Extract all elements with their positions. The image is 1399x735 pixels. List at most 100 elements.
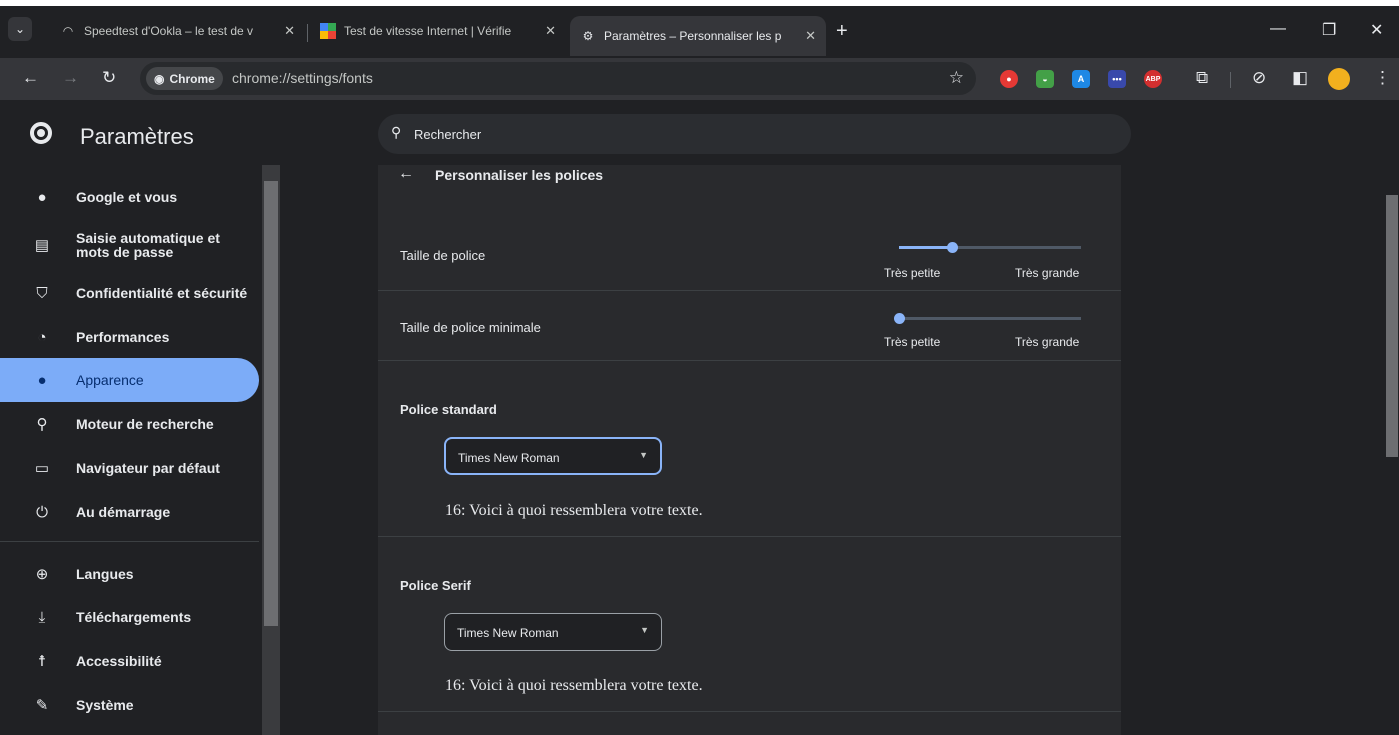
settings-search[interactable]: ⚲ Rechercher	[378, 114, 1131, 154]
row-divider	[378, 360, 1121, 361]
sidebar-item-google[interactable]: ● Google et vous	[0, 175, 259, 219]
select-value: Times New Roman	[458, 451, 560, 465]
close-icon[interactable]: ✕	[805, 28, 816, 44]
side-panel-icon[interactable]: ◧	[1292, 68, 1308, 88]
fonts-card: ← Personnaliser les polices Taille de po…	[378, 165, 1121, 735]
accessibility-icon: ☨	[37, 653, 47, 670]
sidebar-item-downloads[interactable]: ⤓ Téléchargements	[0, 595, 259, 639]
back-arrow-icon[interactable]: ←	[398, 165, 414, 183]
tab-search-button[interactable]: ⌄	[8, 17, 32, 41]
tab-title: Speedtest d'Ookla – le test de v	[84, 24, 254, 38]
back-arrow-icon[interactable]: ←	[22, 68, 39, 88]
search-input[interactable]: Rechercher	[414, 127, 481, 142]
sidebar-item-accessibility[interactable]: ☨ Accessibilité	[0, 639, 259, 683]
min-font-size-label: Taille de police minimale	[400, 320, 541, 335]
tab-title: Test de vitesse Internet | Vérifie	[344, 24, 512, 38]
slider-max-label: Très grande	[1015, 335, 1080, 349]
performance-icon[interactable]: ⊘	[1252, 68, 1266, 88]
row-divider	[378, 711, 1121, 712]
scrollbar-thumb[interactable]	[264, 181, 278, 626]
puzzle-icon[interactable]: ⧉	[1196, 68, 1208, 88]
font-size-slider[interactable]	[899, 242, 1081, 253]
sidebar-item-label: Navigateur par défaut	[76, 460, 220, 476]
sidebar-item-label: Accessibilité	[76, 653, 162, 669]
search-icon: ⚲	[391, 124, 402, 140]
sidebar-item-label: Google et vous	[76, 189, 178, 205]
shield-icon: ⛉	[36, 284, 48, 302]
main-scrollbar[interactable]	[1385, 165, 1399, 735]
forward-arrow-icon[interactable]: →	[62, 68, 79, 88]
menu-icon[interactable]: ⋮	[1374, 68, 1391, 88]
min-font-size-slider[interactable]	[894, 313, 1081, 324]
row-divider	[378, 536, 1121, 537]
sidebar: ● Google et vous ▤ Saisie automatique et…	[0, 165, 262, 735]
gear-icon: ⚙	[582, 29, 594, 43]
font-size-label: Taille de police	[400, 248, 486, 263]
sidebar-item-startup[interactable]: ⏻ Au démarrage	[0, 490, 259, 534]
slider-max-label: Très grande	[1015, 266, 1080, 280]
reader-extension-icon[interactable]: A	[1072, 70, 1090, 88]
close-icon[interactable]: ✕	[284, 23, 295, 39]
sidebar-item-privacy[interactable]: ⛉ Confidentialité et sécurité	[0, 271, 259, 315]
tab-google-speedtest[interactable]: Test de vitesse Internet | Vérifie ✕	[310, 14, 566, 48]
sidebar-item-languages[interactable]: ⊕ Langues	[0, 552, 259, 596]
tab-divider	[307, 24, 308, 42]
sidebar-scrollbar[interactable]	[262, 165, 280, 735]
slider-min-label: Très petite	[884, 335, 941, 349]
close-window-button[interactable]: ✕	[1370, 20, 1383, 40]
dots-extension-icon[interactable]: •••	[1108, 70, 1126, 88]
select-value: Times New Roman	[457, 626, 559, 640]
sidebar-item-label: Confidentialité et sécurité	[76, 285, 248, 301]
tab-title: Paramètres – Personnaliser les p	[604, 29, 782, 43]
sidebar-item-appearance[interactable]: ● Apparence	[0, 358, 259, 402]
sidebar-item-label: Langues	[76, 566, 134, 582]
serif-font-select[interactable]: Times New Roman ▼	[444, 613, 662, 651]
serif-font-heading: Police Serif	[400, 578, 471, 593]
sidebar-item-default-browser[interactable]: ▭ Navigateur par défaut	[0, 446, 259, 490]
sidebar-item-performance[interactable]: ◔ Performances	[0, 315, 259, 359]
address-bar[interactable]: ◉ Chrome chrome://settings/fonts ☆	[140, 62, 976, 95]
dropdown-arrow-icon: ▼	[639, 450, 648, 460]
browser-toolbar: ← → ↻ ◉ Chrome chrome://settings/fonts ☆…	[0, 58, 1399, 100]
picture-extension-icon[interactable]: ◒	[1036, 70, 1054, 88]
power-icon: ⏻	[36, 503, 48, 521]
site-chip[interactable]: ◉ Chrome	[146, 67, 223, 90]
sidebar-item-label: Apparence	[76, 372, 144, 388]
gauge-icon: ◔	[37, 328, 47, 346]
serif-font-sample: 16: Voici à quoi ressemblera votre texte…	[445, 677, 703, 694]
dropdown-arrow-icon: ▼	[640, 625, 649, 635]
settings-header: Paramètres ⚲ Rechercher	[0, 100, 1399, 165]
star-icon[interactable]: ☆	[949, 68, 964, 88]
standard-font-sample: 16: Voici à quoi ressemblera votre texte…	[445, 502, 703, 519]
stop-extension-icon[interactable]: ●	[1000, 70, 1018, 88]
close-icon[interactable]: ✕	[545, 23, 556, 39]
tab-speedtest[interactable]: ◠ Speedtest d'Ookla – le test de v ✕	[50, 14, 305, 48]
sidebar-item-label: Au démarrage	[76, 504, 171, 520]
minimize-button[interactable]: —	[1270, 20, 1286, 38]
tab-settings[interactable]: ⚙ Paramètres – Personnaliser les p ✕	[570, 16, 826, 56]
sidebar-item-label: Téléchargements	[76, 609, 192, 625]
row-divider	[378, 290, 1121, 291]
palette-icon: ●	[37, 371, 47, 389]
wrench-icon: ✎	[35, 697, 49, 714]
standard-font-select[interactable]: Times New Roman ▼	[444, 437, 662, 475]
adblock-plus-icon[interactable]: ABP	[1144, 70, 1162, 88]
scrollbar-thumb[interactable]	[1386, 195, 1398, 457]
browser-icon: ▭	[34, 460, 50, 477]
sidebar-item-autofill[interactable]: ▤ Saisie automatique et mots de passe	[0, 221, 259, 269]
url-text[interactable]: chrome://settings/fonts	[232, 70, 373, 86]
sidebar-item-search-engine[interactable]: ⚲ Moteur de recherche	[0, 402, 259, 446]
restore-button[interactable]: ❐	[1322, 20, 1336, 40]
slider-knob[interactable]	[894, 313, 905, 324]
sidebar-item-system[interactable]: ✎ Système	[0, 683, 259, 727]
chip-label: Chrome	[169, 71, 215, 86]
new-tab-button[interactable]: +	[836, 20, 848, 43]
reload-icon[interactable]: ↻	[102, 68, 116, 88]
avatar[interactable]	[1328, 68, 1350, 90]
section-title: Personnaliser les polices	[435, 167, 604, 183]
sidebar-item-label: Saisie automatique et mots de passe	[76, 230, 220, 260]
person-icon: ●	[37, 188, 47, 206]
slider-knob[interactable]	[946, 242, 958, 253]
tab-strip: ⌄ ◠ Speedtest d'Ookla – le test de v ✕ T…	[0, 0, 1399, 58]
sidebar-item-label: Système	[76, 697, 134, 713]
